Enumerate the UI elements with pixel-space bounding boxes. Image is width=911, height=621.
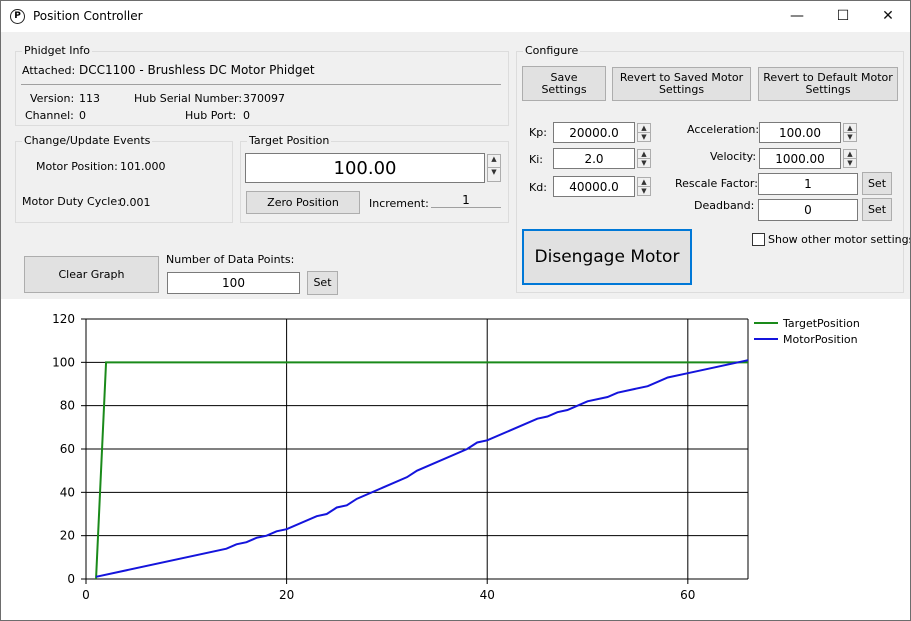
acceleration-label: Acceleration: — [687, 123, 760, 136]
close-button[interactable]: ✕ — [865, 1, 910, 32]
hub-port-label: Hub Port: — [185, 109, 237, 122]
series-line-MotorPosition — [95, 359, 749, 578]
spin-down-icon[interactable]: ▼ — [638, 187, 650, 196]
ki-spinner[interactable]: ▲ ▼ — [637, 149, 651, 168]
duty-cycle-label: Motor Duty Cycle: — [22, 195, 121, 208]
increment-slider-track[interactable] — [431, 207, 501, 208]
title-bar: P Position Controller — ☐ ✕ — [1, 1, 910, 32]
spin-up-icon[interactable]: ▲ — [638, 150, 650, 159]
acceleration-spinner[interactable]: ▲ ▼ — [843, 123, 857, 142]
version-label: Version: — [30, 92, 75, 105]
velocity-input[interactable]: 1000.00 — [759, 148, 841, 169]
motor-position-label: Motor Position: — [36, 160, 118, 173]
spin-down-icon[interactable]: ▼ — [488, 168, 500, 181]
revert-saved-button[interactable]: Revert to Saved Motor Settings — [612, 67, 751, 101]
series-line-TargetPosition — [95, 361, 748, 580]
channel-label: Channel: — [25, 109, 74, 122]
data-points-input[interactable]: 100 — [167, 272, 300, 294]
y-tick-label: 60 — [60, 442, 75, 456]
chart-panel: 0 20 40 60 80 100 120 0 20 40 60 TargetPosition Moto… — [1, 299, 910, 620]
spin-up-icon[interactable]: ▲ — [844, 124, 856, 133]
motor-position-value: 101.000 — [120, 160, 166, 173]
events-group: Change/Update Events — [15, 134, 233, 223]
show-other-settings-checkbox[interactable] — [752, 233, 765, 246]
increment-value[interactable]: 1 — [431, 193, 501, 207]
rescale-factor-input[interactable]: 1 — [758, 173, 858, 195]
x-tick-label: 40 — [480, 588, 495, 602]
save-settings-button[interactable]: Save Settings — [522, 66, 606, 101]
maximize-button[interactable]: ☐ — [820, 1, 866, 32]
spin-up-icon[interactable]: ▲ — [488, 155, 500, 168]
phidget-logo-icon: P — [10, 9, 25, 24]
attached-value: DCC1100 - Brushless DC Motor Phidget — [79, 63, 315, 77]
target-position-title: Target Position — [247, 134, 332, 147]
hub-port-value: 0 — [243, 109, 250, 122]
deadband-label: Deadband: — [694, 199, 755, 212]
hub-serial-label: Hub Serial Number: — [134, 92, 243, 105]
zero-position-button[interactable]: Zero Position — [246, 191, 360, 214]
data-points-set-button[interactable]: Set — [307, 271, 338, 295]
spin-down-icon[interactable]: ▼ — [844, 133, 856, 142]
deadband-set-button[interactable]: Set — [862, 198, 892, 221]
legend-label-MotorPosition: MotorPosition — [783, 333, 858, 346]
app-window: P Position Controller — ☐ ✕ Phidget Info… — [0, 0, 911, 621]
kp-input[interactable]: 20000.0 — [553, 122, 635, 143]
spin-down-icon[interactable]: ▼ — [638, 133, 650, 142]
phidget-info-title: Phidget Info — [22, 44, 93, 57]
legend-label-TargetPosition: TargetPosition — [782, 317, 860, 330]
spin-up-icon[interactable]: ▲ — [844, 150, 856, 159]
deadband-input[interactable]: 0 — [758, 199, 858, 221]
y-tick-label: 100 — [52, 355, 75, 369]
info-separator — [21, 84, 501, 85]
rescale-factor-label: Rescale Factor: — [675, 177, 758, 190]
channel-value: 0 — [79, 109, 86, 122]
x-tick-label: 20 — [279, 588, 294, 602]
acceleration-input[interactable]: 100.00 — [759, 122, 841, 143]
y-tick-label: 20 — [60, 529, 75, 543]
hub-serial-value: 370097 — [243, 92, 285, 105]
disengage-motor-button[interactable]: Disengage Motor — [522, 229, 692, 285]
y-tick-label: 80 — [60, 399, 75, 413]
y-tick-label: 40 — [60, 485, 75, 499]
kd-input[interactable]: 40000.0 — [553, 176, 635, 197]
version-value: 113 — [79, 92, 100, 105]
target-position-input[interactable]: 100.00 — [245, 153, 485, 183]
kp-label: Kp: — [529, 126, 547, 139]
revert-default-button[interactable]: Revert to Default Motor Settings — [758, 67, 898, 101]
ki-label: Ki: — [529, 153, 543, 166]
clear-graph-button[interactable]: Clear Graph — [24, 256, 159, 293]
position-chart: 0 20 40 60 80 100 120 0 20 40 60 TargetPosition Moto… — [52, 312, 860, 602]
increment-label: Increment: — [369, 197, 429, 210]
spin-down-icon[interactable]: ▼ — [638, 159, 650, 168]
duty-cycle-value: 0.001 — [119, 196, 151, 209]
window-title: Position Controller — [33, 9, 143, 23]
minimize-button[interactable]: — — [774, 1, 820, 32]
target-position-spinner[interactable]: ▲ ▼ — [487, 154, 501, 182]
show-other-settings-label: Show other motor settings — [768, 233, 911, 246]
spin-up-icon[interactable]: ▲ — [638, 124, 650, 133]
velocity-label: Velocity: — [710, 150, 757, 163]
ki-input[interactable]: 2.0 — [553, 148, 635, 169]
spin-up-icon[interactable]: ▲ — [638, 178, 650, 187]
x-tick-label: 60 — [680, 588, 695, 602]
y-tick-label: 120 — [52, 312, 75, 326]
rescale-set-button[interactable]: Set — [862, 172, 892, 195]
configure-title: Configure — [523, 44, 581, 57]
x-tick-label: 0 — [82, 588, 90, 602]
velocity-spinner[interactable]: ▲ ▼ — [843, 149, 857, 168]
spin-down-icon[interactable]: ▼ — [844, 159, 856, 168]
kd-spinner[interactable]: ▲ ▼ — [637, 177, 651, 196]
y-tick-label: 0 — [67, 572, 75, 586]
kd-label: Kd: — [529, 181, 547, 194]
events-title: Change/Update Events — [22, 134, 153, 147]
data-points-label: Number of Data Points: — [166, 253, 295, 266]
attached-label: Attached: — [22, 64, 76, 77]
kp-spinner[interactable]: ▲ ▼ — [637, 123, 651, 142]
